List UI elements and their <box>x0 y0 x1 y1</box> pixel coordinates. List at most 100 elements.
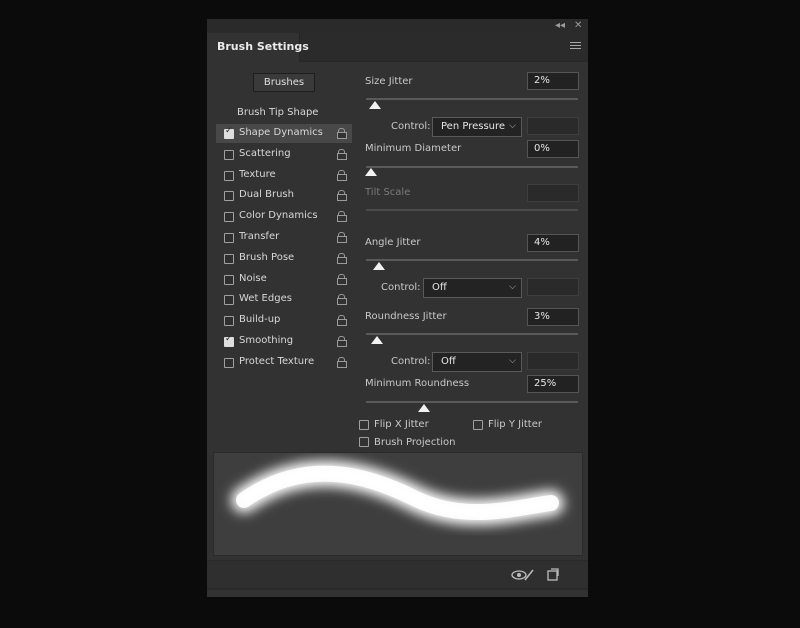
flip-y-label[interactable]: Flip Y Jitter <box>488 419 542 430</box>
option-item[interactable]: Smoothing <box>216 332 352 351</box>
angle-jitter-field[interactable]: 4% <box>527 234 579 252</box>
panel-titlebar[interactable]: ◂◂ ✕ <box>207 19 588 33</box>
option-item[interactable]: Brush Pose <box>216 249 352 268</box>
option-label: Build-up <box>239 314 281 325</box>
lock-icon[interactable] <box>337 274 347 285</box>
option-label: Scattering <box>239 148 291 159</box>
tilt-scale-label: Tilt Scale <box>365 187 411 198</box>
option-item[interactable]: Build-up <box>216 311 352 330</box>
lock-icon[interactable] <box>337 170 347 181</box>
size-control-select[interactable]: Pen Pressure ⌵ <box>432 117 522 137</box>
option-item[interactable]: Wet Edges <box>216 290 352 309</box>
option-checkbox[interactable] <box>224 358 234 368</box>
lock-icon[interactable] <box>337 315 347 326</box>
brush-projection-label[interactable]: Brush Projection <box>374 437 455 448</box>
lock-icon[interactable] <box>337 336 347 347</box>
size-jitter-label: Size Jitter <box>365 76 413 87</box>
lock-icon[interactable] <box>337 128 347 139</box>
angle-control-field <box>527 278 579 296</box>
panel-scrollbar[interactable] <box>207 588 588 590</box>
brush-tip-shape-item[interactable]: Brush Tip Shape <box>237 107 318 118</box>
angle-jitter-label: Angle Jitter <box>365 237 421 248</box>
roundness-control-field <box>527 352 579 370</box>
option-checkbox[interactable] <box>224 316 234 326</box>
size-jitter-field[interactable]: 2% <box>527 72 579 90</box>
option-label: Noise <box>239 273 267 284</box>
flip-x-label[interactable]: Flip X Jitter <box>374 419 429 430</box>
minimum-diameter-field[interactable]: 0% <box>527 140 579 158</box>
minimum-diameter-slider-track[interactable] <box>366 166 578 168</box>
roundness-control-select[interactable]: Off ⌵ <box>432 352 522 372</box>
tilt-scale-slider-track <box>366 209 578 211</box>
option-checkbox[interactable] <box>224 254 234 264</box>
brush-projection-checkbox[interactable] <box>359 437 369 447</box>
option-item[interactable]: Texture <box>216 166 352 185</box>
lock-icon[interactable] <box>337 357 347 368</box>
angle-jitter-slider-thumb[interactable] <box>373 262 385 270</box>
option-item[interactable]: Dual Brush <box>216 186 352 205</box>
size-control-label: Control: <box>391 121 431 132</box>
roundness-jitter-field[interactable]: 3% <box>527 308 579 326</box>
lock-icon[interactable] <box>337 253 347 264</box>
panel-menu-icon[interactable] <box>570 42 581 51</box>
roundness-jitter-slider-track[interactable] <box>366 333 578 335</box>
option-checkbox[interactable] <box>224 295 234 305</box>
option-checkbox[interactable] <box>224 233 234 243</box>
option-item[interactable]: Color Dynamics <box>216 207 352 226</box>
lock-icon[interactable] <box>337 190 347 201</box>
option-item[interactable]: Shape Dynamics <box>216 124 352 143</box>
option-item[interactable]: Transfer <box>216 228 352 247</box>
minimum-roundness-label: Minimum Roundness <box>365 378 470 389</box>
size-control-field <box>527 117 579 135</box>
brushes-button[interactable]: Brushes <box>253 73 315 92</box>
chevron-down-icon: ⌵ <box>509 356 516 366</box>
brush-stroke-svg <box>231 460 564 525</box>
brush-stroke-preview <box>213 452 583 556</box>
roundness-jitter-slider-thumb[interactable] <box>371 336 383 344</box>
option-label: Transfer <box>239 231 280 242</box>
chevron-down-icon: ⌵ <box>509 121 516 131</box>
size-jitter-slider-track[interactable] <box>366 98 578 100</box>
minimum-roundness-field[interactable]: 25% <box>527 375 579 393</box>
option-checkbox[interactable] <box>224 150 234 160</box>
close-icon[interactable]: ✕ <box>574 19 582 33</box>
option-checkbox[interactable] <box>224 212 234 222</box>
lock-icon[interactable] <box>337 232 347 243</box>
size-jitter-slider-thumb[interactable] <box>369 101 381 109</box>
option-checkbox[interactable] <box>224 171 234 181</box>
size-control-value: Pen Pressure <box>441 121 506 132</box>
minimum-roundness-slider-thumb[interactable] <box>418 404 430 412</box>
chevron-down-icon: ⌵ <box>509 282 516 292</box>
roundness-control-value: Off <box>441 356 456 367</box>
option-label: Shape Dynamics <box>239 127 323 138</box>
flip-x-checkbox[interactable] <box>359 420 369 430</box>
option-item[interactable]: Protect Texture <box>216 353 352 372</box>
minimum-diameter-slider-thumb[interactable] <box>365 168 377 176</box>
roundness-jitter-label: Roundness Jitter <box>365 311 447 322</box>
option-item[interactable]: Noise <box>216 270 352 289</box>
toggle-live-tip-preview-icon[interactable] <box>511 567 535 586</box>
lock-icon[interactable] <box>337 211 347 222</box>
angle-control-select[interactable]: Off ⌵ <box>423 278 522 298</box>
roundness-control-label: Control: <box>391 356 431 367</box>
lock-icon[interactable] <box>337 149 347 160</box>
lock-icon[interactable] <box>337 294 347 305</box>
option-label: Dual Brush <box>239 189 294 200</box>
option-label: Color Dynamics <box>239 210 318 221</box>
angle-jitter-slider-track[interactable] <box>366 259 578 261</box>
tilt-scale-field <box>527 184 579 202</box>
option-item[interactable]: Scattering <box>216 145 352 164</box>
option-label: Wet Edges <box>239 293 292 304</box>
option-label: Protect Texture <box>239 356 315 367</box>
option-checkbox[interactable] <box>224 191 234 201</box>
create-new-brush-icon[interactable] <box>546 567 560 586</box>
flip-y-checkbox[interactable] <box>473 420 483 430</box>
option-label: Brush Pose <box>239 252 295 263</box>
option-label: Texture <box>239 169 276 180</box>
minimum-roundness-slider-track[interactable] <box>366 401 578 403</box>
option-checkbox[interactable] <box>224 275 234 285</box>
option-checkbox[interactable] <box>224 126 234 139</box>
collapse-icon[interactable]: ◂◂ <box>555 19 565 33</box>
tab-brush-settings-label: Brush Settings <box>217 40 309 53</box>
option-checkbox[interactable] <box>224 334 234 347</box>
